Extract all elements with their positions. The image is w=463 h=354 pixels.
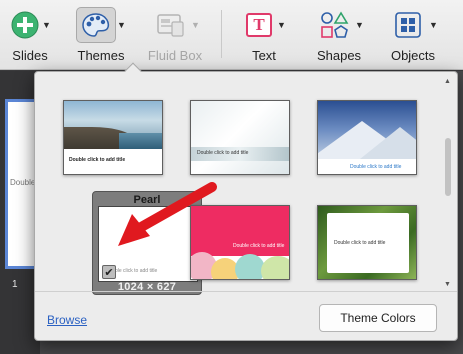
shapes-label: Shapes xyxy=(316,48,362,63)
themes-popover: ▲ ▼ Double click to add title Double cli… xyxy=(34,62,458,341)
browse-link[interactable]: Browse xyxy=(47,313,87,327)
palette-icon xyxy=(76,7,117,43)
theme-title-text: ble click to add title xyxy=(115,268,158,274)
chevron-down-icon: ▼ xyxy=(429,20,438,30)
theme-title-text: Double click to add title xyxy=(350,164,402,170)
theme-name: Pearl xyxy=(133,194,161,206)
theme-title-text: Double click to add title xyxy=(69,157,126,163)
objects-button[interactable]: ▼ Objects xyxy=(384,0,442,70)
theme-frosted-image xyxy=(191,101,289,174)
shapes-icon xyxy=(314,7,354,43)
chevron-down-icon: ▼ xyxy=(355,20,364,30)
scroll-down-arrow-icon[interactable]: ▼ xyxy=(444,281,451,288)
theme-colors-button[interactable]: Theme Colors xyxy=(319,304,437,332)
scroll-up-arrow-icon[interactable]: ▲ xyxy=(444,78,451,85)
add-slide-icon xyxy=(9,7,41,43)
popover-divider xyxy=(35,291,457,292)
theme-pearl-preview: ble click to add title ✔ xyxy=(98,206,198,282)
slides-label: Slides xyxy=(12,48,48,63)
shapes-button[interactable]: ▼ Shapes xyxy=(312,0,366,70)
slide-thumbnail[interactable]: Double xyxy=(5,99,35,269)
objects-icon xyxy=(388,7,428,43)
theme-title-text: Double click to add title xyxy=(197,150,249,156)
fluid-box-label: Fluid Box xyxy=(147,48,203,63)
main-toolbar: ▼ Slides ▼ Themes ▼ Fluid Box T ▼ Text ▼… xyxy=(0,0,463,70)
macaron xyxy=(261,256,289,279)
checkmark-glyph: ✔ xyxy=(104,266,114,279)
chevron-down-icon: ▼ xyxy=(42,20,51,30)
fluid-box-button[interactable]: ▼ Fluid Box xyxy=(144,0,206,70)
theme-green-frame[interactable]: Double click to add title xyxy=(317,205,417,280)
chevron-down-icon: ▼ xyxy=(277,20,286,30)
scroll-thumb[interactable] xyxy=(445,138,451,196)
theme-mountains-peak xyxy=(360,127,416,159)
fluid-box-icon xyxy=(150,7,190,43)
checkmark-icon: ✔ xyxy=(102,265,116,279)
text-label: Text xyxy=(252,48,276,63)
text-icon-glyph: T xyxy=(253,15,265,34)
theme-macarons[interactable]: Double click to add title xyxy=(190,205,290,280)
chevron-down-icon: ▼ xyxy=(191,20,200,30)
popover-scrollbar[interactable]: ▲ ▼ xyxy=(442,78,454,288)
themes-label: Themes xyxy=(77,48,125,63)
slide-number: 1 xyxy=(12,279,18,290)
slide-thumbnail-text: Double xyxy=(10,178,36,187)
themes-button[interactable]: ▼ Themes xyxy=(70,0,132,70)
chevron-down-icon: ▼ xyxy=(117,20,126,30)
theme-title-text: Double click to add title xyxy=(233,243,285,249)
theme-coastal[interactable]: Double click to add title xyxy=(63,100,163,175)
slides-button[interactable]: ▼ Slides xyxy=(8,0,52,70)
theme-mountains[interactable]: Double click to add title xyxy=(317,100,417,175)
theme-frosted[interactable]: Double click to add title xyxy=(190,100,290,175)
objects-label: Objects xyxy=(390,48,436,63)
theme-pearl[interactable]: Pearl ble click to add title ✔ 1024 × 62… xyxy=(92,191,202,295)
text-icon: T xyxy=(242,7,276,43)
toolbar-divider xyxy=(221,10,222,58)
theme-coastal-sea xyxy=(119,133,162,149)
theme-title-text: Double click to add title xyxy=(334,240,386,246)
text-button[interactable]: T ▼ Text xyxy=(238,0,290,70)
